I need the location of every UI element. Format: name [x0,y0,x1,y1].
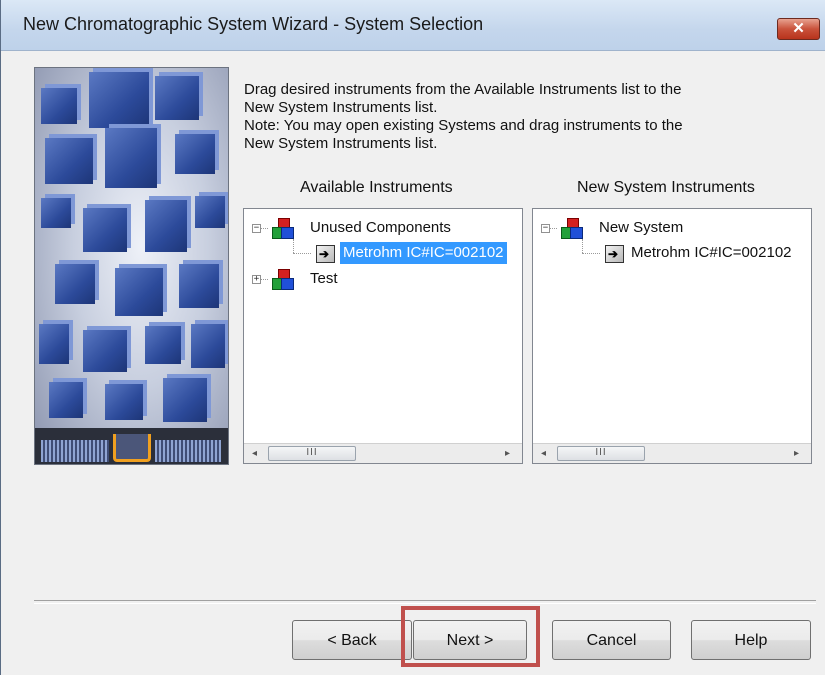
instrument-icon: ➔ [314,243,336,263]
system-icon [272,218,294,239]
system-icon [561,218,583,239]
available-instruments-tree[interactable]: − Unused Components ➔ Metrohm IC#IC=0021… [243,208,523,464]
horizontal-scrollbar[interactable]: ◂ III ▸ [244,443,522,463]
instrument-icon: ➔ [603,243,625,263]
scroll-left-icon[interactable]: ◂ [246,444,263,463]
scroll-right-icon[interactable]: ▸ [499,444,516,463]
scroll-left-icon[interactable]: ◂ [535,444,552,463]
tree-node-label: Metrohm IC#IC=002102 [631,244,792,261]
help-button[interactable]: Help [691,620,811,660]
close-button[interactable]: ✕ [777,18,820,40]
tree-node-unused-components[interactable]: − Unused Components [244,217,522,239]
back-button[interactable]: < Back [292,620,412,660]
instructions-text: Drag desired instruments from the Availa… [244,81,804,153]
wizard-side-image [34,67,229,465]
window-title: New Chromatographic System Wizard - Syst… [23,14,484,34]
instructions-line: Note: You may open existing Systems and … [244,117,683,134]
horizontal-scrollbar[interactable]: ◂ III ▸ [533,443,811,463]
tree-node-test[interactable]: + Test [244,268,522,290]
footer-separator [34,600,816,604]
collapse-icon[interactable]: − [541,224,550,233]
scroll-right-icon[interactable]: ▸ [788,444,805,463]
tree-node-metrohm-instrument[interactable]: ➔ Metrohm IC#IC=002102 [533,242,811,264]
expand-icon[interactable]: + [252,275,261,284]
instructions-line: New System Instruments list. [244,99,438,116]
scroll-thumb[interactable]: III [557,446,645,461]
tree-node-label: Metrohm IC#IC=002102 [340,242,507,264]
cancel-button[interactable]: Cancel [552,620,671,660]
next-button-highlight [401,606,540,667]
collapse-icon[interactable]: − [252,224,261,233]
close-icon: ✕ [792,20,805,37]
tree-node-label: Test [310,270,338,287]
tree-node-new-system[interactable]: − New System [533,217,811,239]
system-icon [272,269,294,290]
available-instruments-header: Available Instruments [300,179,453,196]
instructions-line: New System Instruments list. [244,135,438,152]
tree-node-metrohm-instrument[interactable]: ➔ Metrohm IC#IC=002102 [244,242,522,264]
new-system-instruments-header: New System Instruments [577,179,755,196]
new-system-instruments-tree[interactable]: − New System ➔ Metrohm IC#IC=002102 ◂ II… [532,208,812,464]
wizard-window: New Chromatographic System Wizard - Syst… [0,0,825,675]
tree-node-label: Unused Components [310,219,451,236]
instructions-line: Drag desired instruments from the Availa… [244,81,682,98]
title-bar: New Chromatographic System Wizard - Syst… [1,0,825,51]
scroll-thumb[interactable]: III [268,446,356,461]
tree-node-label: New System [599,219,684,236]
